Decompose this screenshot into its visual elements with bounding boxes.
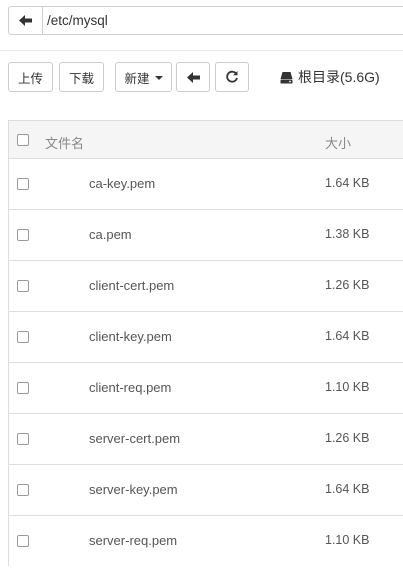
refresh-button[interactable] xyxy=(215,62,249,92)
file-name[interactable]: client-key.pem xyxy=(89,329,172,344)
file-name[interactable]: server-req.pem xyxy=(89,533,177,548)
download-button-label: 下载 xyxy=(68,71,94,86)
file-size: 1.64 KB xyxy=(325,482,370,496)
table-row[interactable]: server-key.pem 1.64 KB xyxy=(9,465,403,516)
file-size: 1.26 KB xyxy=(325,278,370,292)
table-row[interactable]: client-req.pem 1.10 KB xyxy=(9,363,403,414)
file-name[interactable]: ca.pem xyxy=(89,227,132,242)
table-row[interactable]: ca.pem 1.38 KB xyxy=(9,210,403,261)
table-header: 文件名 大小 xyxy=(9,121,403,159)
row-checkbox[interactable] xyxy=(17,382,29,394)
refresh-icon xyxy=(226,70,238,83)
row-checkbox[interactable] xyxy=(17,178,29,190)
table-row[interactable]: client-key.pem 1.64 KB xyxy=(9,312,403,363)
file-size: 1.64 KB xyxy=(325,329,370,343)
file-size: 1.38 KB xyxy=(325,227,370,241)
row-checkbox[interactable] xyxy=(17,229,29,241)
file-name[interactable]: server-key.pem xyxy=(89,482,178,497)
table-row[interactable]: client-cert.pem 1.26 KB xyxy=(9,261,403,312)
column-header-name[interactable]: 文件名 xyxy=(45,133,84,152)
new-dropdown-button[interactable]: 新建 xyxy=(115,62,172,92)
new-button-label: 新建 xyxy=(124,71,150,86)
upload-button-label: 上传 xyxy=(17,71,43,86)
row-checkbox[interactable] xyxy=(17,331,29,343)
arrow-left-icon xyxy=(186,71,200,83)
table-row[interactable]: server-req.pem 1.10 KB xyxy=(9,516,403,567)
row-checkbox[interactable] xyxy=(17,535,29,547)
select-all-checkbox[interactable] xyxy=(17,134,29,146)
download-button[interactable]: 下载 xyxy=(59,62,104,92)
file-table: 文件名 大小 ca-key.pem 1.64 KB ca.pem 1.38 KB… xyxy=(8,120,403,567)
column-header-size[interactable]: 大小 xyxy=(325,133,351,152)
row-checkbox[interactable] xyxy=(17,280,29,292)
file-name[interactable]: ca-key.pem xyxy=(89,176,155,191)
disk-label: 根目录(5.6G) xyxy=(298,69,380,85)
file-name[interactable]: client-cert.pem xyxy=(89,278,174,293)
file-name[interactable]: client-req.pem xyxy=(89,380,171,395)
path-back-button[interactable] xyxy=(9,7,43,34)
path-input[interactable] xyxy=(44,7,403,34)
arrow-left-icon xyxy=(19,15,32,26)
table-row[interactable]: server-cert.pem 1.26 KB xyxy=(9,414,403,465)
back-button[interactable] xyxy=(176,62,210,92)
toolbar-divider xyxy=(0,50,403,51)
row-checkbox[interactable] xyxy=(17,433,29,445)
file-size: 1.26 KB xyxy=(325,431,370,445)
file-size: 1.10 KB xyxy=(325,380,370,394)
table-row[interactable]: ca-key.pem 1.64 KB xyxy=(9,159,403,210)
upload-button[interactable]: 上传 xyxy=(8,62,53,92)
caret-down-icon xyxy=(154,76,163,80)
file-name[interactable]: server-cert.pem xyxy=(89,431,180,446)
hard-drive-icon xyxy=(280,71,293,83)
file-size: 1.64 KB xyxy=(325,176,370,190)
disk-info: 根目录(5.6G) xyxy=(280,67,380,87)
path-bar xyxy=(8,6,403,35)
file-size: 1.10 KB xyxy=(325,533,370,547)
row-checkbox[interactable] xyxy=(17,484,29,496)
